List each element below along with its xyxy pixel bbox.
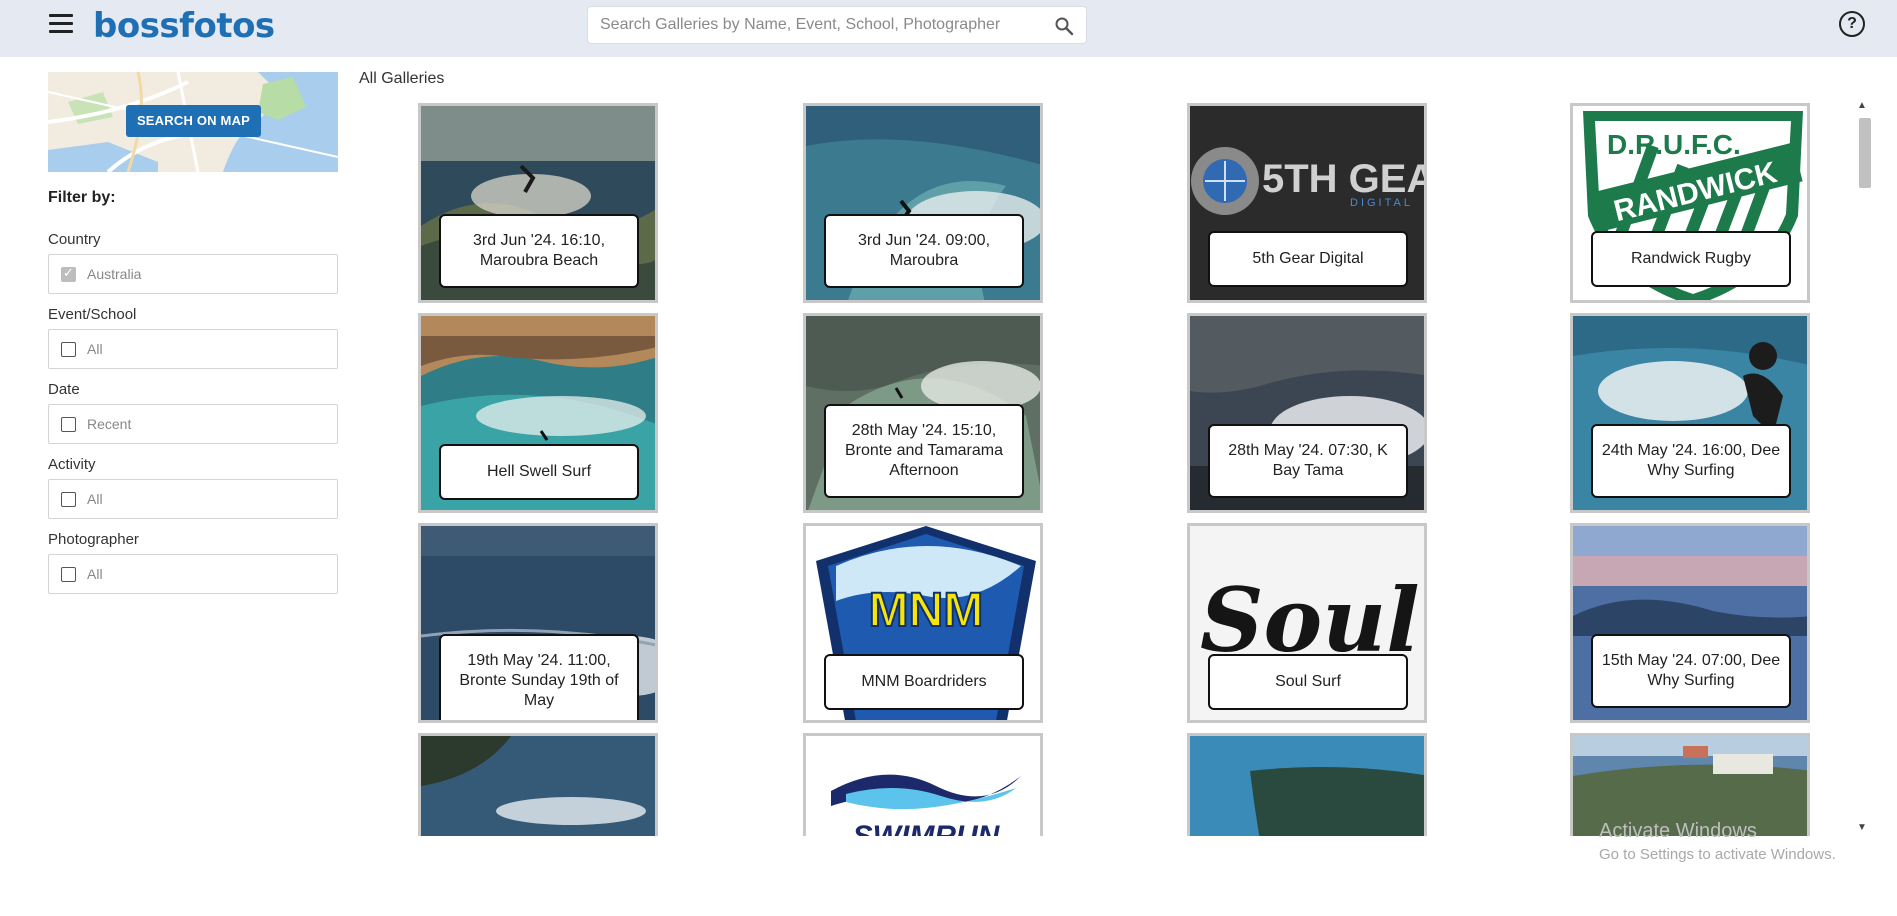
gallery-label: Soul Surf bbox=[1208, 654, 1408, 710]
filter-value-country: Australia bbox=[87, 266, 142, 282]
gallery-thumbnail: SWIMRUN bbox=[806, 736, 1040, 836]
filter-value-event: All bbox=[87, 341, 103, 357]
fifth-gear-sub-text: DIGITAL bbox=[1350, 197, 1413, 209]
gallery-tile[interactable]: SWIMRUN bbox=[803, 733, 1043, 836]
filter-value-photographer: All bbox=[87, 566, 103, 582]
gallery-tile[interactable] bbox=[418, 733, 658, 836]
filter-date[interactable]: Recent bbox=[48, 404, 338, 444]
search-icon[interactable] bbox=[1054, 16, 1074, 36]
gallery-label: 5th Gear Digital bbox=[1208, 231, 1408, 287]
gallery-tile[interactable]: 28th May '24. 07:30, K Bay Tama bbox=[1187, 313, 1427, 513]
randwick-top-text: D.R.U.F.C. bbox=[1607, 129, 1741, 160]
scroll-down-arrow-icon[interactable]: ▼ bbox=[1857, 822, 1867, 833]
gallery-tile[interactable]: D.R.U.F.C. RANDWICK Randwick Rugby bbox=[1570, 103, 1810, 303]
filter-value-date: Recent bbox=[87, 416, 132, 432]
filter-title: Filter by: bbox=[48, 189, 116, 206]
checkbox-activity[interactable] bbox=[61, 492, 76, 507]
site-logo[interactable]: bossfotos bbox=[93, 6, 275, 46]
filter-activity[interactable]: All bbox=[48, 479, 338, 519]
checkbox-event[interactable] bbox=[61, 342, 76, 357]
fifth-gear-logo-text: 5TH GEAR bbox=[1262, 157, 1427, 201]
gallery-tile[interactable]: 3rd Jun '24. 09:00, Maroubra bbox=[803, 103, 1043, 303]
gallery-label: 19th May '24. 11:00, Bronte Sunday 19th … bbox=[439, 634, 639, 720]
scrollbar-thumb[interactable] bbox=[1859, 118, 1871, 188]
gallery-tile[interactable] bbox=[1187, 733, 1427, 836]
gallery-label: Hell Swell Surf bbox=[439, 444, 639, 500]
gallery-tile[interactable]: 3rd Jun '24. 16:10, Maroubra Beach bbox=[418, 103, 658, 303]
gallery-tile[interactable]: MNM MNM Boardriders bbox=[803, 523, 1043, 723]
search-bar[interactable] bbox=[587, 6, 1087, 44]
gallery-tile[interactable]: 19th May '24. 11:00, Bronte Sunday 19th … bbox=[418, 523, 658, 723]
gallery-tile[interactable]: 15th May '24. 07:00, Dee Why Surfing bbox=[1570, 523, 1810, 723]
filter-event-school[interactable]: All bbox=[48, 329, 338, 369]
activate-windows-subtitle: Go to Settings to activate Windows. bbox=[1599, 846, 1836, 863]
gallery-label: 3rd Jun '24. 09:00, Maroubra bbox=[824, 214, 1024, 288]
filter-photographer[interactable]: All bbox=[48, 554, 338, 594]
search-on-map-button[interactable]: SEARCH ON MAP bbox=[126, 105, 261, 137]
filter-label-country: Country bbox=[48, 231, 101, 248]
top-header: bossfotos ? bbox=[0, 0, 1897, 57]
gallery-tile[interactable]: 5TH GEAR DIGITAL 5th Gear Digital bbox=[1187, 103, 1427, 303]
activate-windows-title: Activate Windows bbox=[1599, 820, 1757, 842]
filter-label-date: Date bbox=[48, 381, 80, 398]
gallery-label: 3rd Jun '24. 16:10, Maroubra Beach bbox=[439, 214, 639, 288]
gallery-label: 28th May '24. 07:30, K Bay Tama bbox=[1208, 424, 1408, 498]
gallery-thumbnail bbox=[421, 736, 655, 836]
gallery-tile[interactable]: Hell Swell Surf bbox=[418, 313, 658, 513]
checkbox-date[interactable] bbox=[61, 417, 76, 432]
map-search-area[interactable]: SEARCH ON MAP bbox=[48, 72, 338, 172]
gallery-label: 28th May '24. 15:10, Bronte and Tamarama… bbox=[824, 404, 1024, 498]
gallery-thumbnail bbox=[1190, 736, 1424, 836]
gallery-grid: 3rd Jun '24. 16:10, Maroubra Beach 3rd J… bbox=[359, 100, 1849, 836]
swimrun-logo-text: SWIMRUN bbox=[853, 820, 1001, 836]
scrollbar-track[interactable] bbox=[1855, 100, 1871, 836]
filter-value-activity: All bbox=[87, 491, 103, 507]
gallery-label: Randwick Rugby bbox=[1591, 231, 1791, 287]
checkbox-photographer[interactable] bbox=[61, 567, 76, 582]
gallery-label: MNM Boardriders bbox=[824, 654, 1024, 710]
menu-icon[interactable] bbox=[49, 14, 73, 34]
help-icon[interactable]: ? bbox=[1839, 11, 1865, 37]
filter-country[interactable]: Australia bbox=[48, 254, 338, 294]
filter-label-activity: Activity bbox=[48, 456, 96, 473]
page-title: All Galleries bbox=[359, 70, 445, 87]
gallery-tile[interactable]: 24th May '24. 16:00, Dee Why Surfing bbox=[1570, 313, 1810, 513]
filter-label-event: Event/School bbox=[48, 306, 137, 323]
checkbox-country[interactable] bbox=[61, 265, 76, 282]
gallery-tile[interactable]: 28th May '24. 15:10, Bronte and Tamarama… bbox=[803, 313, 1043, 513]
mnm-logo-text: MNM bbox=[869, 584, 984, 637]
scroll-up-arrow-icon[interactable]: ▲ bbox=[1857, 100, 1867, 111]
gallery-label: 24th May '24. 16:00, Dee Why Surfing bbox=[1591, 424, 1791, 498]
search-input[interactable] bbox=[600, 7, 1040, 43]
gallery-tile[interactable]: Soul Soul Surf bbox=[1187, 523, 1427, 723]
filter-label-photographer: Photographer bbox=[48, 531, 139, 548]
gallery-label: 15th May '24. 07:00, Dee Why Surfing bbox=[1591, 634, 1791, 708]
